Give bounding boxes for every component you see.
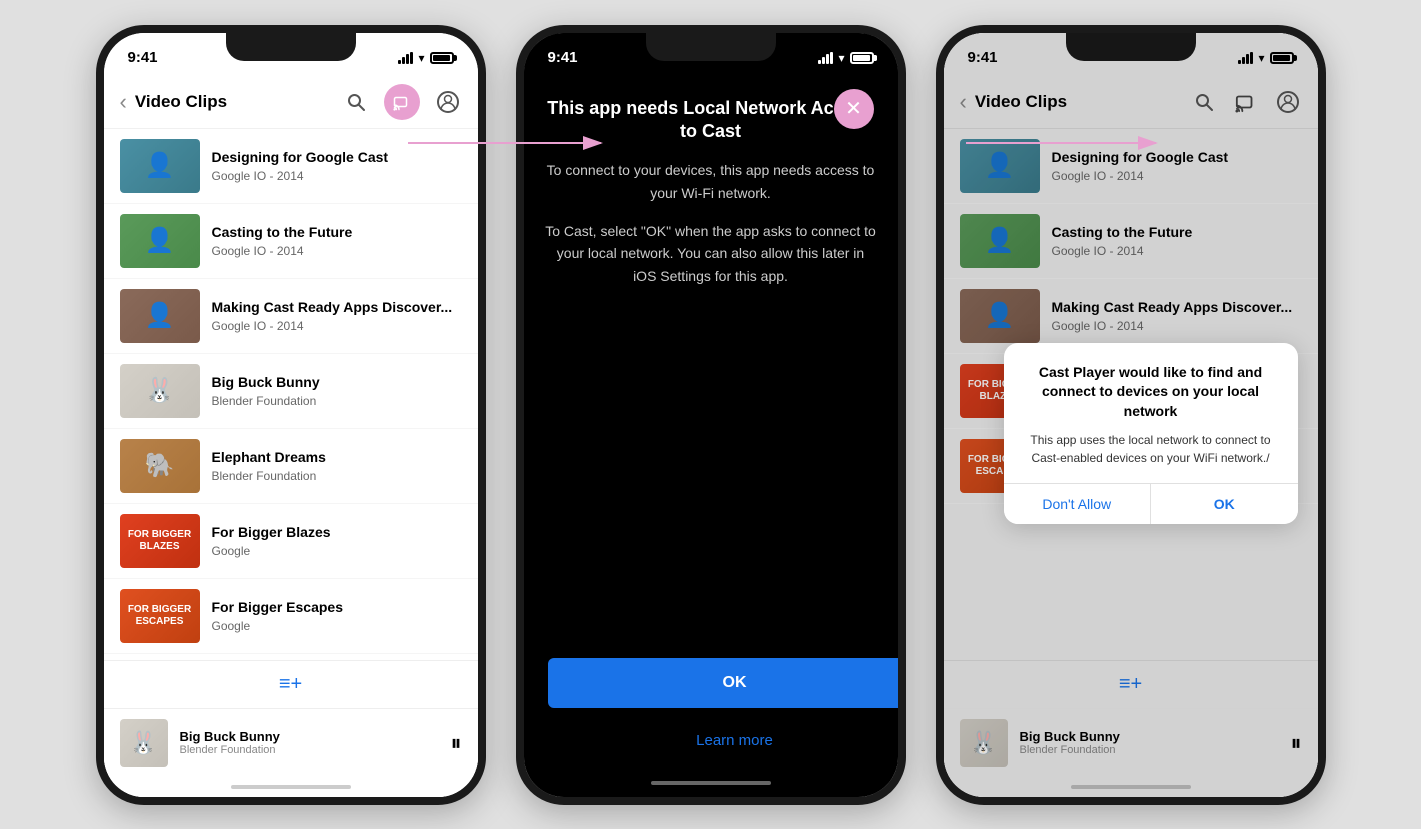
pause-button-left[interactable]: ⏸ [450,730,461,756]
video-info: Designing for Google Cast Google IO - 20… [212,148,462,182]
home-bar-middle [651,781,771,785]
video-title: For Bigger Escapes [212,598,462,616]
home-indicator-left [104,777,478,797]
list-item[interactable]: 👤 Designing for Google Cast Google IO - … [104,129,478,204]
video-thumbnail: 🐘 [120,439,200,493]
video-info: Making Cast Ready Apps Discover... Googl… [212,298,462,332]
video-title: For Bigger Blazes [212,523,462,541]
video-thumbnail: 👤 [120,214,200,268]
list-item[interactable]: 👤 Casting to the Future Google IO - 2014 [104,204,478,279]
phone-right: 9:41 ▾ ‹ Video Clips [936,25,1326,805]
ios-dialog-buttons-right: Don't Allow OK [1004,483,1298,524]
video-info: For Bigger Escapes Google [212,598,462,632]
phone-left: 9:41 ▾ ‹ Video Clips [96,25,486,805]
list-item[interactable]: 👤 Making Cast Ready Apps Discover... Goo… [104,279,478,354]
search-button-left[interactable] [342,88,370,116]
dialog-title-middle: This app needs Local Network Access to C… [544,97,878,144]
phone-middle: 9:41 ▾ ✕ [516,25,906,805]
close-button-middle[interactable]: ✕ [834,89,874,129]
video-subtitle: Google [212,619,462,633]
dont-allow-button-right[interactable]: Don't Allow [1004,484,1152,524]
learn-more-button-middle[interactable]: Learn more [548,724,898,757]
video-title: Casting to the Future [212,223,462,241]
phone-screen-left: 9:41 ▾ ‹ Video Clips [104,33,478,797]
video-thumbnail: 👤 [120,139,200,193]
profile-button-left[interactable] [434,88,462,116]
header-icons-left [342,84,462,120]
now-playing-subtitle-left: Blender Foundation [180,744,439,756]
ios-dialog-body-right: This app uses the local network to conne… [1024,431,1278,467]
phone-screen-right: 9:41 ▾ ‹ Video Clips [944,33,1318,797]
video-subtitle: Google IO - 2014 [212,244,462,258]
ios-dialog-right: Cast Player would like to find and conne… [1004,343,1298,525]
ios-dialog-title-right: Cast Player would like to find and conne… [1024,363,1278,422]
close-icon-middle: ✕ [845,99,862,119]
app-header-left: ‹ Video Clips [104,77,478,129]
battery-icon-left [430,52,454,64]
video-title: Designing for Google Cast [212,148,462,166]
home-bar-left [231,785,351,789]
phones-wrapper: 9:41 ▾ ‹ Video Clips [96,25,1326,805]
bottom-bar-left: ≡+ 🐰 Big Buck Bunny Blender Foundation ⏸ [104,660,478,797]
now-playing-left[interactable]: 🐰 Big Buck Bunny Blender Foundation ⏸ [104,709,478,777]
video-title: Big Buck Bunny [212,373,462,391]
back-button-left[interactable]: ‹ [120,89,127,115]
dialog-buttons-middle: OK Learn more [548,658,898,757]
status-time-left: 9:41 [128,49,158,66]
now-playing-thumb-left: 🐰 [120,719,168,767]
wifi-icon-middle: ▾ [838,51,844,65]
queue-bar-left[interactable]: ≡+ [104,661,478,709]
status-time-middle: 9:41 [548,49,578,66]
status-icons-left: ▾ [398,51,453,65]
video-thumbnail: FOR BIGGER ESCAPES [120,589,200,643]
wifi-icon-left: ▾ [418,51,424,65]
video-list-left: 👤 Designing for Google Cast Google IO - … [104,129,478,689]
ok-allow-button-right[interactable]: OK [1151,484,1298,524]
signal-icon-left [398,52,413,64]
phone-screen-middle: 9:41 ▾ ✕ [524,33,898,797]
dialog-body1-middle: To connect to your devices, this app nee… [544,159,878,204]
header-title-left: Video Clips [135,92,342,112]
now-playing-info-left: Big Buck Bunny Blender Foundation [180,729,439,756]
video-info: Big Buck Bunny Blender Foundation [212,373,462,407]
ok-button-middle[interactable]: OK [548,658,898,708]
video-subtitle: Google [212,544,462,558]
video-subtitle: Google IO - 2014 [212,319,462,333]
list-item[interactable]: FOR BIGGER BLAZES For Bigger Blazes Goog… [104,504,478,579]
video-title: Making Cast Ready Apps Discover... [212,298,462,316]
list-item[interactable]: 🐰 Big Buck Bunny Blender Foundation [104,354,478,429]
status-icons-middle: ▾ [818,51,873,65]
scene: 9:41 ▾ ‹ Video Clips [0,0,1421,829]
video-thumbnail: 🐰 [120,364,200,418]
video-subtitle: Google IO - 2014 [212,169,462,183]
video-title: Elephant Dreams [212,448,462,466]
now-playing-title-left: Big Buck Bunny [180,729,439,744]
phone-notch-middle [646,33,776,61]
phone-notch-left [226,33,356,61]
signal-icon-middle [818,52,833,64]
list-item[interactable]: 🐘 Elephant Dreams Blender Foundation [104,429,478,504]
video-info: Elephant Dreams Blender Foundation [212,448,462,482]
list-item[interactable]: FOR BIGGER ESCAPES For Bigger Escapes Go… [104,579,478,654]
video-info: Casting to the Future Google IO - 2014 [212,223,462,257]
video-info: For Bigger Blazes Google [212,523,462,557]
video-subtitle: Blender Foundation [212,394,462,408]
queue-icon-left: ≡+ [279,673,302,696]
video-thumbnail: 👤 [120,289,200,343]
video-thumbnail: FOR BIGGER BLAZES [120,514,200,568]
battery-icon-middle [850,52,874,64]
video-subtitle: Blender Foundation [212,469,462,483]
cast-button-left-active[interactable] [384,84,420,120]
home-indicator-middle [524,773,898,793]
dialog-body2-middle: To Cast, select "OK" when the app asks t… [544,220,878,287]
